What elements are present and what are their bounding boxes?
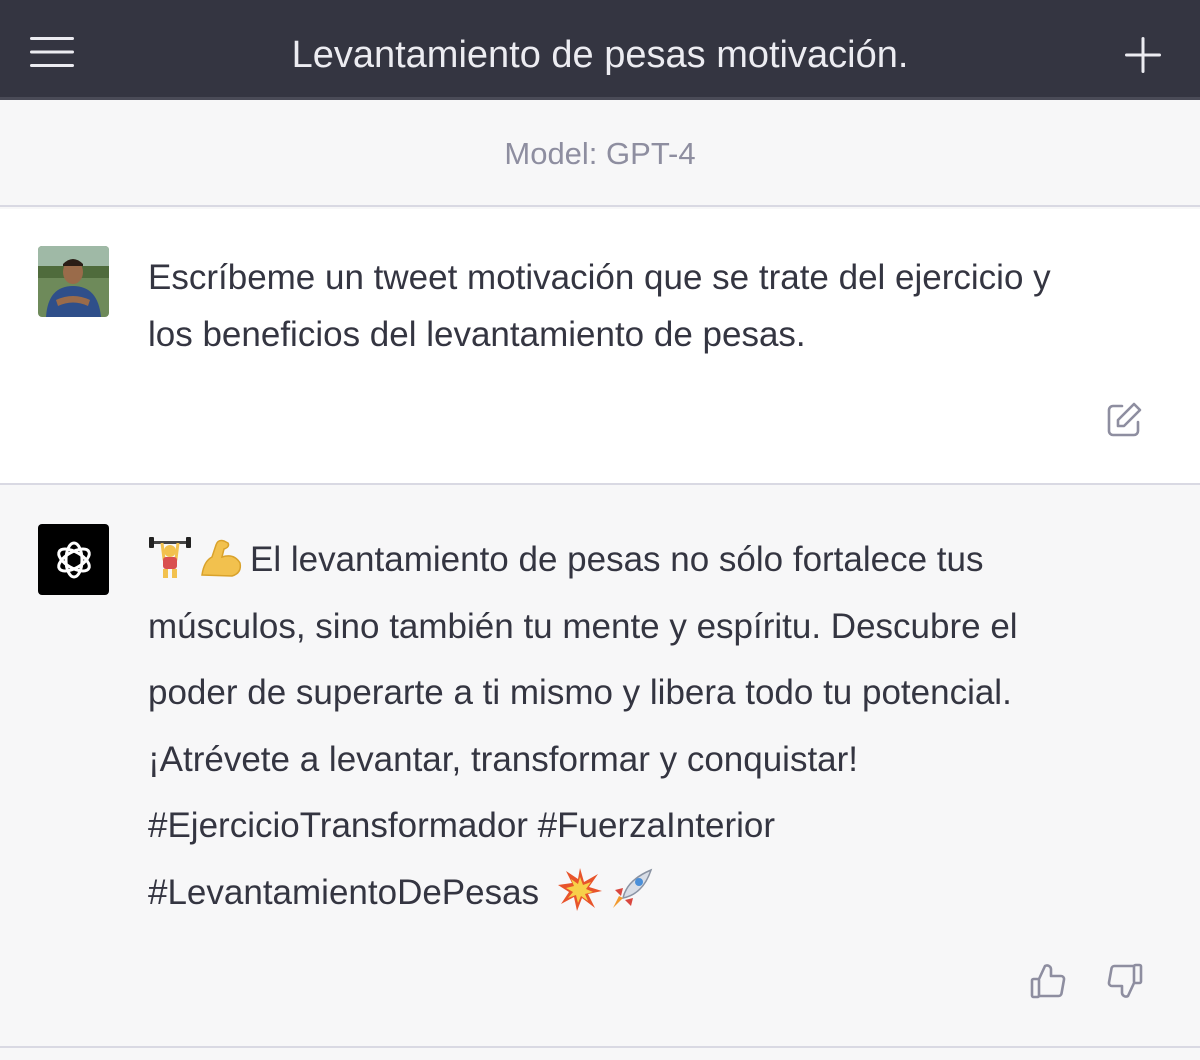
flexed-biceps-emoji <box>201 539 242 577</box>
weightlifter-emoji <box>149 537 191 578</box>
top-bar: Levantamiento de pesas motivación. <box>0 0 1200 100</box>
user-message-text: Escríbeme un tweet motivación que se tra… <box>148 249 1158 363</box>
rocket-emoji <box>612 868 653 908</box>
edit-message-button[interactable] <box>1101 397 1147 443</box>
hashtags-line: #EjercicioTransformador #FuerzaInterior <box>148 806 775 845</box>
collision-emoji <box>557 867 602 911</box>
assistant-message-line-text: El levantamiento de pesas no sólo fortal… <box>250 540 984 579</box>
menu-button[interactable] <box>24 28 80 76</box>
plus-icon <box>1125 37 1161 73</box>
user-message-line: Escríbeme un tweet motivación que se tra… <box>148 258 1051 297</box>
thumbs-down-button[interactable] <box>1103 959 1147 1003</box>
thumbs-down-icon <box>1107 963 1143 998</box>
thumbs-up-icon <box>1030 964 1066 999</box>
assistant-message-line: músculos, sino también tu mente y espíri… <box>148 606 1018 646</box>
thumbs-up-button[interactable] <box>1026 959 1070 1003</box>
hamburger-menu-icon <box>30 37 74 67</box>
edit-icon <box>1107 402 1142 437</box>
user-message: Escríbeme un tweet motivación que se tra… <box>0 209 1200 485</box>
assistant-avatar <box>38 524 109 595</box>
assistant-message-line: El levantamiento de pesas no sólo fortal… <box>148 527 1148 594</box>
user-avatar <box>38 246 109 317</box>
model-bar: Model: GPT-4 <box>0 103 1200 207</box>
assistant-message-line: poder de superarte a ti mismo y libera t… <box>148 673 1012 712</box>
new-chat-button[interactable] <box>1114 26 1172 84</box>
assistant-message-line: ¡Atrévete a levantar, transformar y conq… <box>148 739 859 779</box>
hashtag-text: #LevantamientoDePesas <box>148 872 540 912</box>
conversation-title: Levantamiento de pesas motivación. <box>291 34 909 76</box>
openai-logo-icon <box>56 541 91 578</box>
assistant-message-text: El levantamiento de pesas no sólo fortal… <box>148 527 1148 926</box>
model-label: Model: GPT-4 <box>504 136 696 171</box>
hashtags-line: #LevantamientoDePesas <box>148 860 1148 927</box>
assistant-message: El levantamiento de pesas no sólo fortal… <box>0 487 1200 1048</box>
user-message-line: los beneficios del levantamiento de pesa… <box>148 315 806 354</box>
